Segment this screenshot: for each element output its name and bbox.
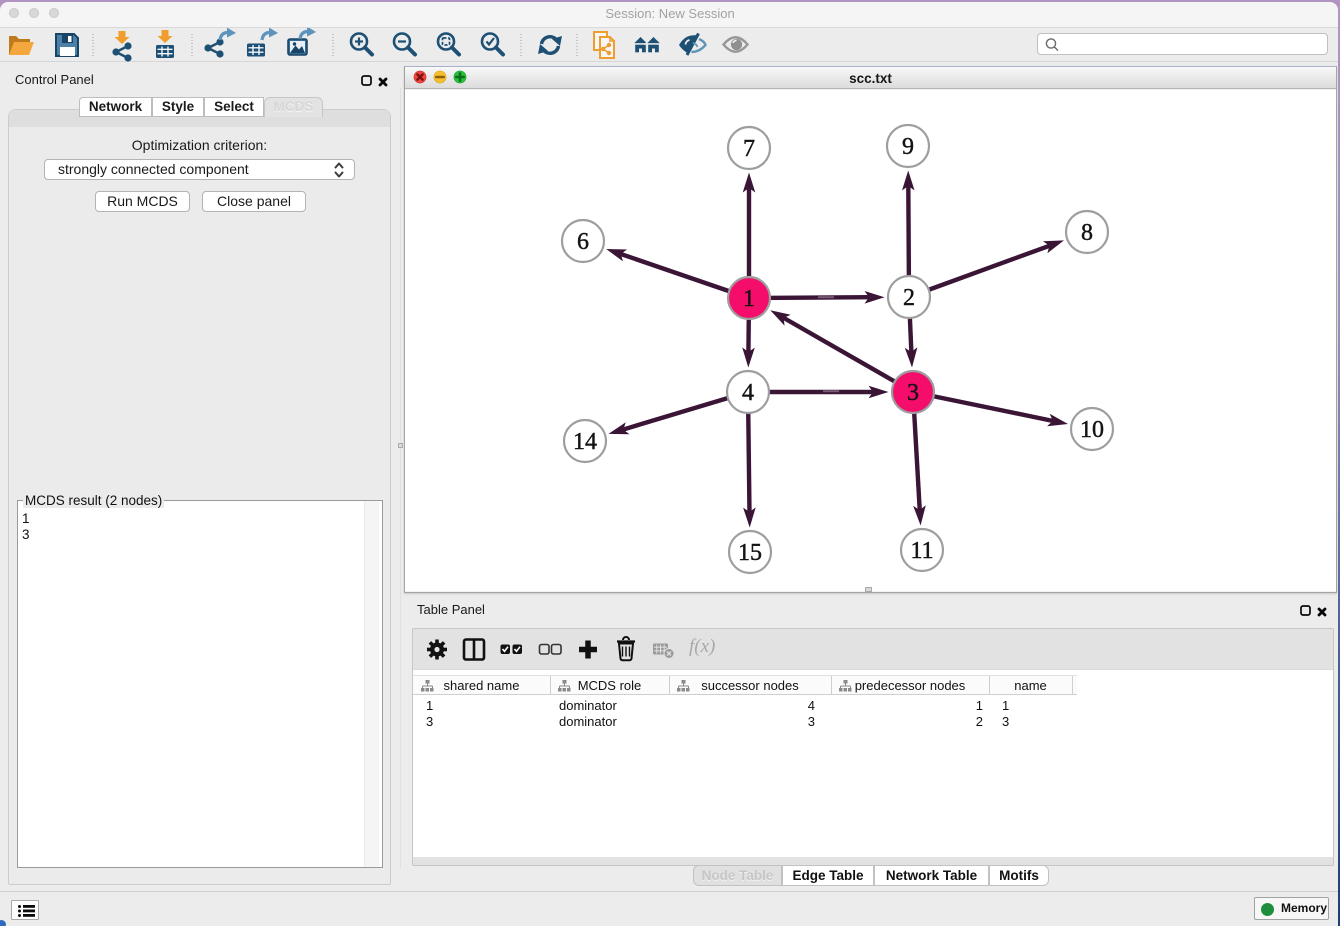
svg-text:9: 9	[902, 134, 914, 160]
svg-text:8: 8	[1081, 220, 1093, 246]
svg-text:4: 4	[742, 380, 754, 406]
svg-text:2: 2	[903, 285, 915, 311]
svg-text:3: 3	[907, 380, 919, 406]
svg-text:6: 6	[577, 229, 589, 255]
svg-text:11: 11	[910, 538, 933, 564]
svg-text:1: 1	[743, 286, 755, 312]
svg-text:14: 14	[573, 429, 597, 455]
svg-text:15: 15	[738, 540, 762, 566]
svg-text:10: 10	[1080, 417, 1104, 443]
svg-text:7: 7	[743, 136, 755, 162]
